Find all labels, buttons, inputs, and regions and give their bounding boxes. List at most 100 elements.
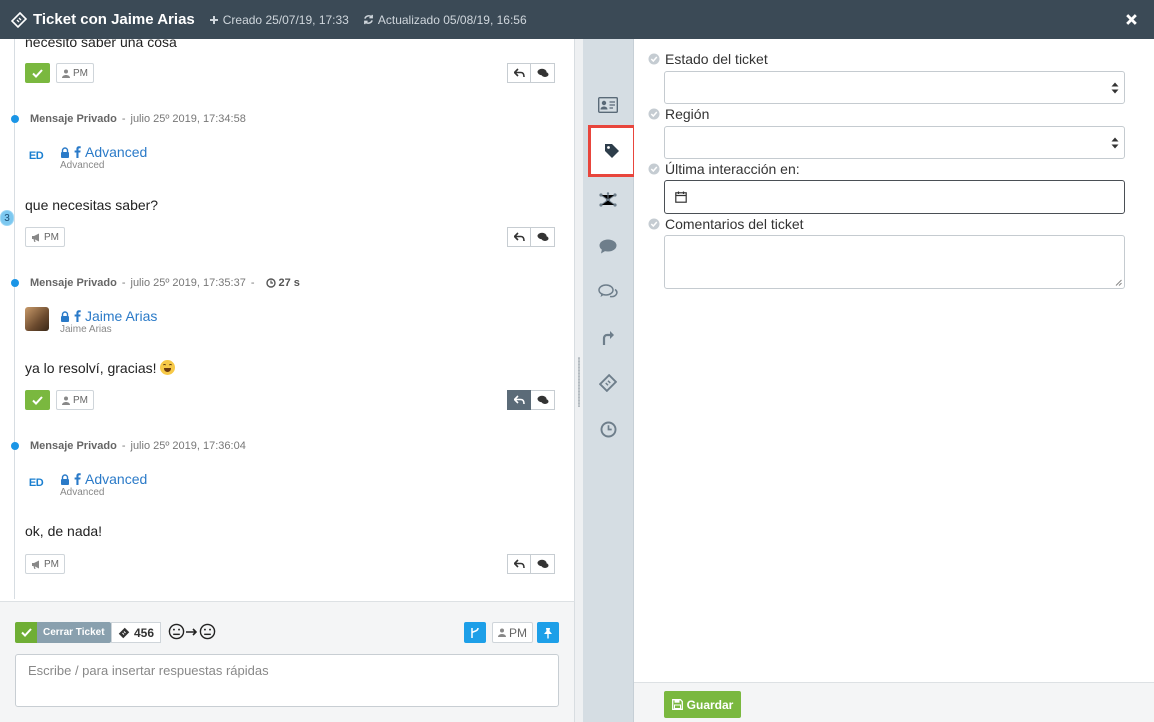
- save-button[interactable]: Guardar: [664, 691, 741, 718]
- author-name[interactable]: Jaime Arias: [60, 308, 157, 324]
- sentiment-indicator: [168, 623, 216, 640]
- pin-button[interactable]: [537, 622, 559, 643]
- field-label-comentarios: Comentarios del ticket: [648, 216, 804, 232]
- ticket-title: Ticket con Jaime Arias: [33, 11, 195, 28]
- comment-button[interactable]: [531, 63, 555, 83]
- neutral-face-icon: [199, 623, 216, 640]
- comments-icon: [598, 284, 618, 298]
- check-circle-icon: [648, 218, 660, 230]
- rail-share-button[interactable]: [588, 318, 628, 358]
- rail-network-button[interactable]: [588, 180, 628, 220]
- created-date: Creado 25/07/19, 17:33: [222, 12, 349, 27]
- reply-input[interactable]: [15, 654, 559, 707]
- comment-button[interactable]: [531, 227, 555, 247]
- response-duration: 27 s: [278, 277, 300, 289]
- rail-conversations-button[interactable]: [588, 272, 628, 312]
- message-actions: [507, 227, 555, 247]
- comment-button[interactable]: [531, 390, 555, 410]
- rail-tags-button[interactable]: [588, 125, 636, 177]
- message-actions: [507, 554, 555, 574]
- pin-icon: [544, 627, 552, 638]
- ticket-icon: [118, 627, 130, 638]
- approve-button[interactable]: [25, 63, 50, 83]
- message-meta: Mensaje Privado - julio 25º 2019, 17:35:…: [30, 277, 300, 289]
- reply-button[interactable]: [507, 554, 531, 574]
- avatar: ED: [28, 150, 44, 162]
- close-ticket-button[interactable]: Cerrar Ticket: [15, 622, 111, 643]
- resize-handle-icon[interactable]: [1115, 279, 1122, 286]
- close-icon[interactable]: [1125, 13, 1138, 26]
- timeline-dot: [11, 279, 19, 287]
- reply-icon: [513, 559, 525, 569]
- side-icon-rail: [583, 39, 636, 722]
- comments-icon: [537, 559, 548, 568]
- comentarios-textarea[interactable]: [664, 235, 1125, 289]
- neutral-face-icon: [168, 623, 185, 640]
- save-icon: [671, 699, 683, 710]
- network-icon: [599, 192, 617, 207]
- author-label: Advanced: [85, 144, 148, 160]
- user-icon: [62, 69, 70, 78]
- reply-button[interactable]: [507, 227, 531, 247]
- message-date: julio 25º 2019, 17:34:58: [130, 113, 246, 125]
- author-name[interactable]: Advanced: [60, 471, 147, 487]
- fork-button[interactable]: [464, 622, 486, 643]
- fork-icon: [471, 627, 479, 638]
- avatar: [25, 307, 49, 331]
- close-ticket-label: Cerrar Ticket: [37, 622, 111, 643]
- check-circle-icon: [648, 108, 660, 120]
- lock-icon: [61, 310, 69, 322]
- composer: Cerrar Ticket 456 PM: [0, 601, 575, 722]
- reply-button[interactable]: [507, 63, 531, 83]
- ultima-date-input[interactable]: [664, 180, 1125, 214]
- comment-button[interactable]: [531, 554, 555, 574]
- estado-select[interactable]: [664, 71, 1125, 104]
- response-time: 27 s: [265, 277, 300, 289]
- rail-history-button[interactable]: [588, 409, 628, 449]
- contact-card-icon: [598, 97, 618, 113]
- check-icon: [32, 395, 43, 405]
- share-icon: [602, 331, 614, 345]
- reply-icon: [513, 395, 525, 405]
- count-badge: 3: [0, 210, 14, 226]
- message-meta: Mensaje Privado - julio 25º 2019, 17:34:…: [30, 113, 246, 125]
- message-text: ok, de nada!: [25, 523, 103, 539]
- created-meta: Creado 25/07/19, 17:33: [209, 13, 349, 27]
- field-label-ultima: Última interacción en:: [648, 161, 800, 177]
- reply-icon: [513, 232, 525, 242]
- plus-icon: [209, 15, 218, 24]
- facebook-icon: [74, 473, 81, 485]
- comentarios-label: Comentarios del ticket: [665, 216, 804, 232]
- approve-button[interactable]: [25, 390, 50, 410]
- author-label: Jaime Arias: [85, 308, 158, 324]
- author-name[interactable]: Advanced: [60, 144, 147, 160]
- save-label: Guardar: [686, 697, 734, 712]
- pm-button[interactable]: PM: [25, 227, 65, 247]
- message-type: Mensaje Privado: [30, 277, 117, 289]
- conversation-panel[interactable]: 3 necesito saber una cosa PM Mensaje Pri…: [0, 39, 575, 601]
- check-circle-icon: [648, 53, 660, 65]
- rail-tickets-button[interactable]: [588, 363, 628, 403]
- field-label-estado: Estado del ticket: [648, 51, 768, 67]
- rail-contact-button[interactable]: [588, 85, 628, 125]
- check-circle-icon: [648, 163, 660, 175]
- rail-comment-button[interactable]: [588, 226, 628, 266]
- panel-splitter[interactable]: [575, 39, 583, 722]
- message-meta: Mensaje Privado - julio 25º 2019, 17:36:…: [30, 440, 246, 452]
- message-actions: [507, 63, 555, 83]
- pm-label: PM: [73, 394, 88, 406]
- region-select[interactable]: [664, 126, 1125, 159]
- lock-icon: [61, 146, 69, 158]
- megaphone-icon: [32, 233, 39, 242]
- reply-button[interactable]: [507, 390, 531, 410]
- region-label: Región: [665, 106, 710, 122]
- pm-button[interactable]: PM: [492, 622, 533, 643]
- pm-label: PM: [44, 231, 59, 243]
- author-subtitle: Advanced: [60, 160, 105, 171]
- ticket-number-badge[interactable]: 456: [111, 622, 162, 643]
- pm-button[interactable]: PM: [56, 63, 94, 83]
- ultima-label: Última interacción en:: [665, 161, 800, 177]
- pm-button[interactable]: PM: [25, 554, 65, 574]
- pm-button[interactable]: PM: [56, 390, 94, 410]
- ticket-number: 456: [134, 625, 155, 640]
